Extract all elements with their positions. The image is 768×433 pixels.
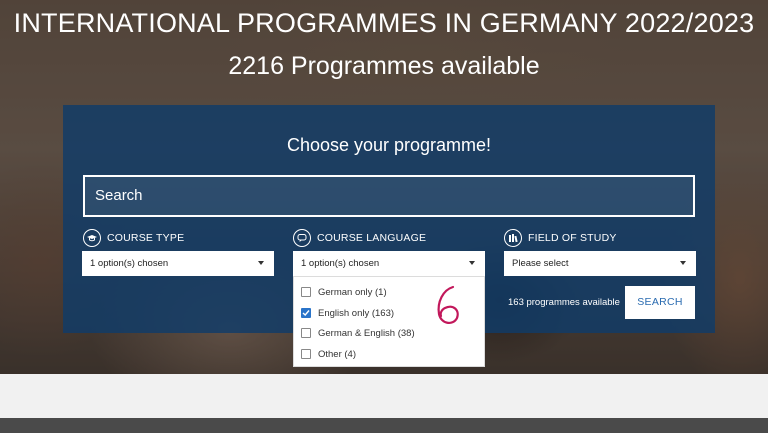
option-label: German only (1)	[318, 286, 387, 298]
graduation-cap-icon	[83, 229, 101, 247]
search-button[interactable]: SEARCH	[625, 286, 695, 319]
programmes-count-heading: 2216 Programmes available	[228, 52, 540, 80]
course-type-label: COURSE TYPE	[83, 227, 184, 249]
programmes-available-count: 163 programmes available	[508, 297, 620, 308]
chevron-down-icon	[258, 261, 264, 265]
field-of-study-text: FIELD OF STUDY	[528, 232, 617, 244]
field-of-study-value: Please select	[512, 258, 569, 269]
option-label: German & English (38)	[318, 327, 415, 339]
checkbox-checked[interactable]	[301, 308, 311, 318]
course-type-text: COURSE TYPE	[107, 232, 185, 244]
option-label: Other (4)	[318, 348, 357, 360]
check-icon	[302, 310, 310, 317]
hero-banner: INTERNATIONAL PROGRAMMES IN GERMANY 2022…	[0, 0, 768, 374]
course-language-text: COURSE LANGUAGE	[317, 232, 427, 244]
checkbox[interactable]	[301, 328, 311, 338]
language-option-other[interactable]: Other (4)	[301, 347, 356, 361]
handwritten-annotation	[437, 285, 459, 324]
language-option-german-english[interactable]: German & English (38)	[301, 326, 415, 340]
panel-heading: Choose your programme!	[286, 135, 492, 155]
speech-bubble-icon	[293, 229, 311, 247]
chevron-down-icon	[680, 261, 686, 265]
course-language-label: COURSE LANGUAGE	[293, 227, 426, 249]
page-title: INTERNATIONAL PROGRAMMES IN GERMANY 2022…	[13, 8, 755, 38]
language-option-english-only[interactable]: English only (163)	[301, 306, 394, 320]
option-label: English only (163)	[318, 307, 395, 319]
books-icon	[504, 229, 522, 247]
checkbox[interactable]	[301, 349, 311, 359]
search-input[interactable]: Search	[83, 175, 695, 217]
course-language-select[interactable]: 1 option(s) chosen	[293, 251, 485, 276]
field-of-study-select[interactable]: Please select	[504, 251, 696, 276]
course-type-value: 1 option(s) chosen	[90, 258, 169, 269]
language-option-german-only[interactable]: German only (1)	[301, 285, 387, 299]
course-language-value: 1 option(s) chosen	[301, 258, 380, 269]
footer-band	[0, 418, 768, 433]
checkbox[interactable]	[301, 287, 311, 297]
chevron-down-icon	[469, 261, 475, 265]
course-type-select[interactable]: 1 option(s) chosen	[82, 251, 274, 276]
field-of-study-label: FIELD OF STUDY	[504, 227, 617, 249]
